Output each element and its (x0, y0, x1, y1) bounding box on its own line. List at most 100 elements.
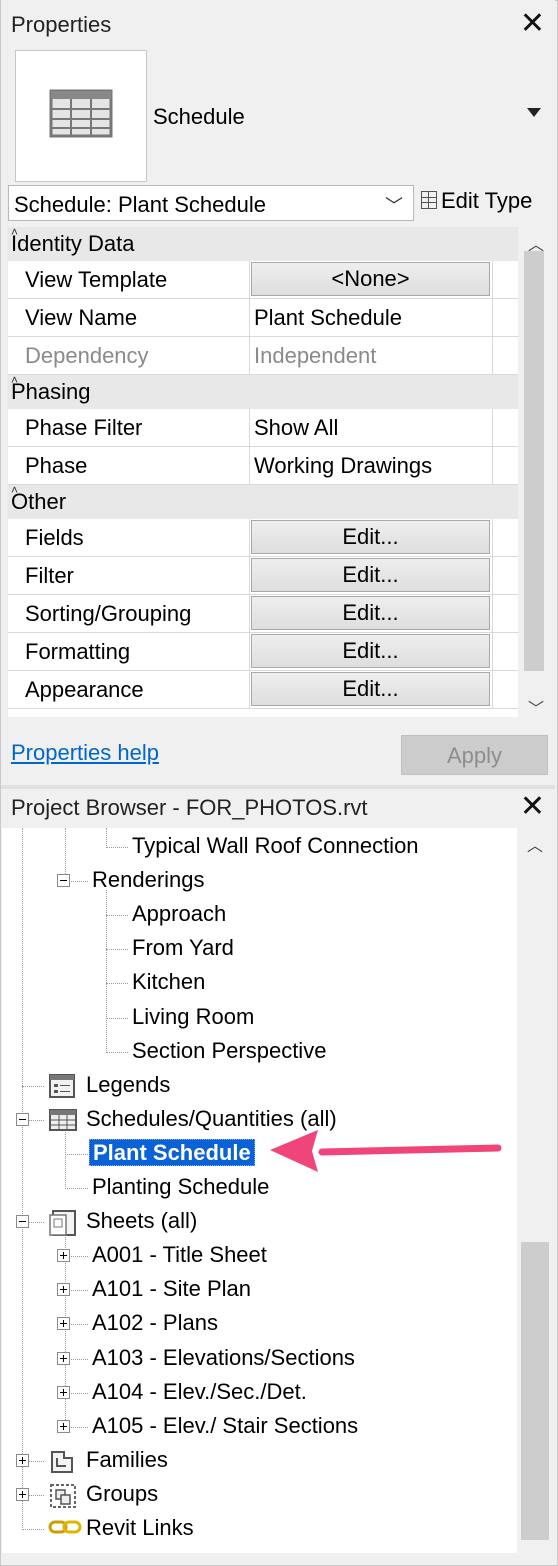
column-divider (492, 337, 493, 374)
column-divider (249, 557, 250, 594)
collapse-toggle-icon[interactable] (57, 874, 70, 888)
view-template-button[interactable]: <None> (251, 262, 490, 296)
browser-scrollbar[interactable]: ︿ (519, 828, 549, 1553)
tree-node-kitchen[interactable]: Kitchen (132, 969, 205, 995)
tree-node-sheets-all[interactable]: Sheets (all) (86, 1208, 197, 1234)
tree-node-groups[interactable]: Groups (86, 1481, 158, 1507)
families-icon (48, 1448, 76, 1473)
scroll-down-icon[interactable]: ﹀ (528, 695, 544, 719)
tree-guide-line (22, 828, 23, 1530)
phase-value[interactable]: Working Drawings (254, 453, 432, 479)
tree-node-living-room[interactable]: Living Room (132, 1004, 254, 1030)
view-name-value[interactable]: Plant Schedule (254, 305, 402, 331)
property-label: Phase (25, 453, 88, 478)
column-divider (249, 409, 250, 446)
expand-toggle-icon[interactable] (16, 1487, 29, 1501)
properties-scrollbar[interactable]: ︿ ﹀ (520, 227, 548, 719)
appearance-button[interactable]: Edit... (251, 672, 490, 706)
tree-node-revit-links[interactable]: Revit Links (86, 1515, 194, 1541)
tree-guide-line (65, 1153, 88, 1155)
property-row-phase: Phase Working Drawings (8, 447, 518, 485)
tree-node-label: Legends (86, 1071, 171, 1097)
column-divider (492, 557, 493, 594)
formatting-button[interactable]: Edit... (251, 634, 490, 668)
type-dropdown-arrow[interactable] (527, 108, 541, 117)
tree-node-planting-schedule[interactable]: Planting Schedule (92, 1174, 269, 1200)
tree-node-a001-title-sheet[interactable]: A001 - Title Sheet (92, 1242, 267, 1268)
property-label: View Template (25, 267, 168, 292)
browser-scroll-thumb[interactable] (521, 1242, 549, 1540)
column-divider (492, 261, 493, 298)
property-label: Appearance (25, 677, 144, 702)
tree-node-a104-elev-sec-det[interactable]: A104 - Elev./Sec./Det. (92, 1379, 307, 1405)
filter-button[interactable]: Edit... (251, 558, 490, 592)
fields-button[interactable]: Edit... (251, 520, 490, 554)
property-row-fields: Fields Edit... (8, 519, 518, 557)
tree-node-a101-site-plan[interactable]: A101 - Site Plan (92, 1276, 251, 1302)
tree-node-families[interactable]: Families (86, 1447, 168, 1473)
expand-toggle-icon[interactable] (57, 1419, 70, 1433)
tree-node-label: Living Room (132, 1003, 255, 1029)
tree-node-typical-wall-roof-connection[interactable]: Typical Wall Roof Connection (132, 833, 419, 859)
tree-node-label: Typical Wall Roof Connection (132, 833, 419, 858)
property-row-view-template: View Template <None> (8, 261, 518, 299)
tree-node-approach[interactable]: Approach (132, 901, 226, 927)
pane-divider[interactable] (1, 785, 555, 789)
tree-node-label: A102 - Plans (92, 1310, 218, 1336)
collapse-toggle-icon[interactable] (16, 1215, 29, 1229)
tree-node-a102-plans[interactable]: A102 - Plans (92, 1310, 218, 1336)
tree-node-plant-schedule[interactable]: Plant Schedule (89, 1138, 255, 1166)
column-divider (249, 633, 250, 670)
groups-icon (48, 1482, 76, 1508)
revit-links-icon (48, 1516, 82, 1540)
property-label: Fields (25, 525, 84, 550)
tree-node-legends[interactable]: Legends (86, 1072, 170, 1098)
expand-toggle-icon[interactable] (57, 1385, 70, 1399)
collapse-icon[interactable]: ˄ (11, 373, 512, 387)
scroll-up-icon[interactable]: ︿ (527, 832, 543, 856)
expand-toggle-icon[interactable] (57, 1249, 70, 1263)
tree-node-a105-elev-stair-sections[interactable]: A105 - Elev./ Stair Sections (92, 1413, 358, 1439)
dependency-value: Independent (254, 343, 377, 368)
phase-filter-value[interactable]: Show All (254, 415, 338, 441)
collapse-icon[interactable]: ˄ (11, 483, 512, 497)
expand-toggle-icon[interactable] (57, 1283, 70, 1297)
tree-node-a103-elevations-sections[interactable]: A103 - Elevations/Sections (92, 1345, 355, 1371)
column-divider (492, 633, 493, 670)
category-phasing[interactable]: Phasing ˄ (8, 373, 518, 409)
expand-toggle-icon[interactable] (16, 1453, 29, 1467)
expand-toggle-icon[interactable] (57, 1317, 70, 1331)
edit-type-button[interactable]: Edit Type (421, 188, 532, 214)
tree-node-renderings[interactable]: Renderings (92, 867, 205, 893)
tree-guide-line (65, 1128, 66, 1189)
property-label: Formatting (25, 639, 131, 664)
tree-guide-line (65, 1188, 88, 1189)
properties-grid: Identity Data ˄ View Template <None> View Na… (8, 227, 518, 717)
column-divider (249, 299, 250, 336)
apply-button[interactable]: Apply (401, 735, 548, 775)
browser-close-button[interactable]: ✕ (520, 792, 545, 822)
sorting-grouping-button[interactable]: Edit... (251, 596, 490, 630)
tree-node-section-perspective[interactable]: Section Perspective (132, 1038, 326, 1064)
category-identity-data[interactable]: Identity Data ˄ (8, 227, 518, 261)
properties-help-link[interactable]: Properties help (11, 740, 159, 766)
category-other[interactable]: Other ˄ (8, 483, 518, 519)
browser-title: Project Browser - FOR_PHOTOS.rvt (11, 795, 368, 820)
column-divider (492, 299, 493, 336)
tree-node-label: A105 - Elev./ Stair Sections (92, 1412, 359, 1438)
schedule-icon (48, 1107, 77, 1131)
properties-title: Properties (11, 12, 112, 37)
tree-node-label: Revit Links (86, 1515, 194, 1540)
instance-selector[interactable]: Schedule: Plant Schedule ﹀ (8, 185, 414, 221)
collapse-icon[interactable]: ˄ (11, 227, 512, 239)
collapse-toggle-icon[interactable] (16, 1112, 29, 1126)
properties-scroll-thumb[interactable] (524, 251, 544, 671)
property-label: Filter (25, 563, 74, 588)
properties-close-button[interactable]: ✕ (520, 9, 545, 39)
column-divider (492, 409, 493, 446)
property-row-filter: Filter Edit... (8, 557, 518, 595)
expand-toggle-icon[interactable] (57, 1351, 70, 1365)
tree-node-from-yard[interactable]: From Yard (132, 935, 234, 961)
tree-node-label: Renderings (92, 867, 205, 893)
project-browser-tree: Typical Wall Roof Connection Renderings Ap… (2, 828, 517, 1553)
